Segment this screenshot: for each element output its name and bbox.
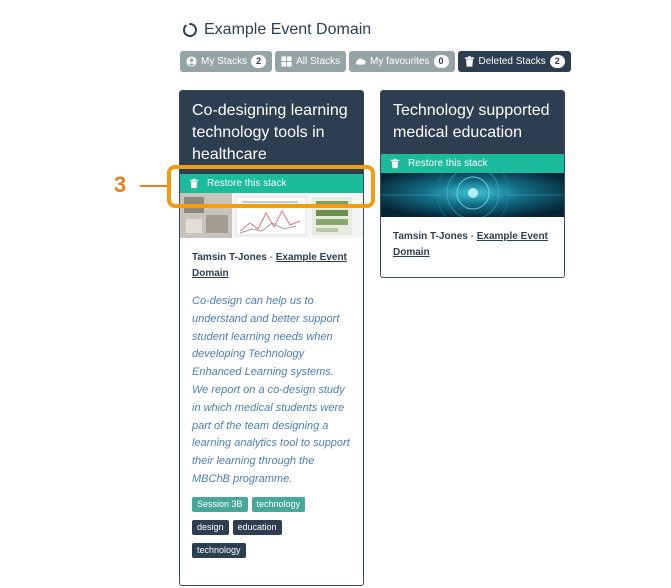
stack-title[interactable]: Co-designing learning technology tools i… — [180, 91, 363, 174]
restore-label: Restore this stack — [408, 158, 488, 169]
stack-card: Technology supported medical education R… — [380, 90, 565, 278]
author-name: Tamsin T-Jones — [192, 252, 267, 263]
annotation-leader-line — [140, 185, 167, 187]
stack-tabs: My Stacks 2 All Stacks My favourites 0 D… — [180, 51, 571, 72]
cloud-icon — [356, 58, 366, 65]
trash-icon — [189, 178, 199, 189]
tag[interactable]: technology — [192, 542, 246, 558]
user-icon — [186, 56, 197, 67]
byline-separator: - — [266, 252, 276, 263]
tag[interactable]: Session 3B — [192, 496, 248, 512]
stack-byline: Tamsin T-Jones - Example Event Domain — [381, 229, 564, 261]
tab-label: My Stacks — [201, 56, 248, 67]
tab-label: Deleted Stacks — [478, 56, 546, 67]
trash-icon — [390, 158, 400, 169]
count-badge: 2 — [251, 55, 267, 68]
tag[interactable]: design — [192, 519, 229, 535]
restore-label: Restore this stack — [207, 178, 287, 189]
tab-all-stacks[interactable]: All Stacks — [275, 51, 347, 72]
stack-description: Co-design can help us to understand and … — [192, 295, 350, 485]
grid-icon — [281, 56, 292, 67]
stack-title[interactable]: Technology supported medical education — [381, 91, 564, 154]
count-badge: 2 — [549, 55, 565, 68]
restore-stack-button[interactable]: Restore this stack — [180, 174, 363, 193]
tab-my-stacks[interactable]: My Stacks 2 — [180, 51, 273, 72]
trash-icon — [464, 56, 474, 67]
stack-card: Co-designing learning technology tools i… — [179, 90, 364, 586]
stack-thumbnail — [180, 193, 363, 238]
loading-ring-icon — [183, 23, 197, 37]
tag[interactable]: education — [232, 519, 282, 535]
tag-list: Session 3B technology design education t… — [180, 496, 330, 558]
annotation-number: 3 — [114, 172, 127, 197]
count-badge: 0 — [433, 55, 449, 68]
stack-thumbnail — [381, 173, 564, 217]
restore-stack-button[interactable]: Restore this stack — [381, 154, 564, 173]
tag[interactable]: technology — [251, 496, 306, 512]
author-name: Tamsin T-Jones — [393, 231, 468, 242]
tab-label: My favourites — [370, 56, 430, 67]
domain-title: Example Event Domain — [204, 21, 372, 38]
domain-header: Example Event Domain — [182, 21, 371, 39]
stack-byline: Tamsin T-Jones - Example Event Domain — [180, 250, 363, 282]
tab-my-favourites[interactable]: My favourites 0 — [349, 51, 455, 72]
tab-label: All Stacks — [296, 56, 341, 67]
byline-separator: - — [467, 231, 477, 242]
tab-deleted-stacks[interactable]: Deleted Stacks 2 — [457, 51, 571, 72]
